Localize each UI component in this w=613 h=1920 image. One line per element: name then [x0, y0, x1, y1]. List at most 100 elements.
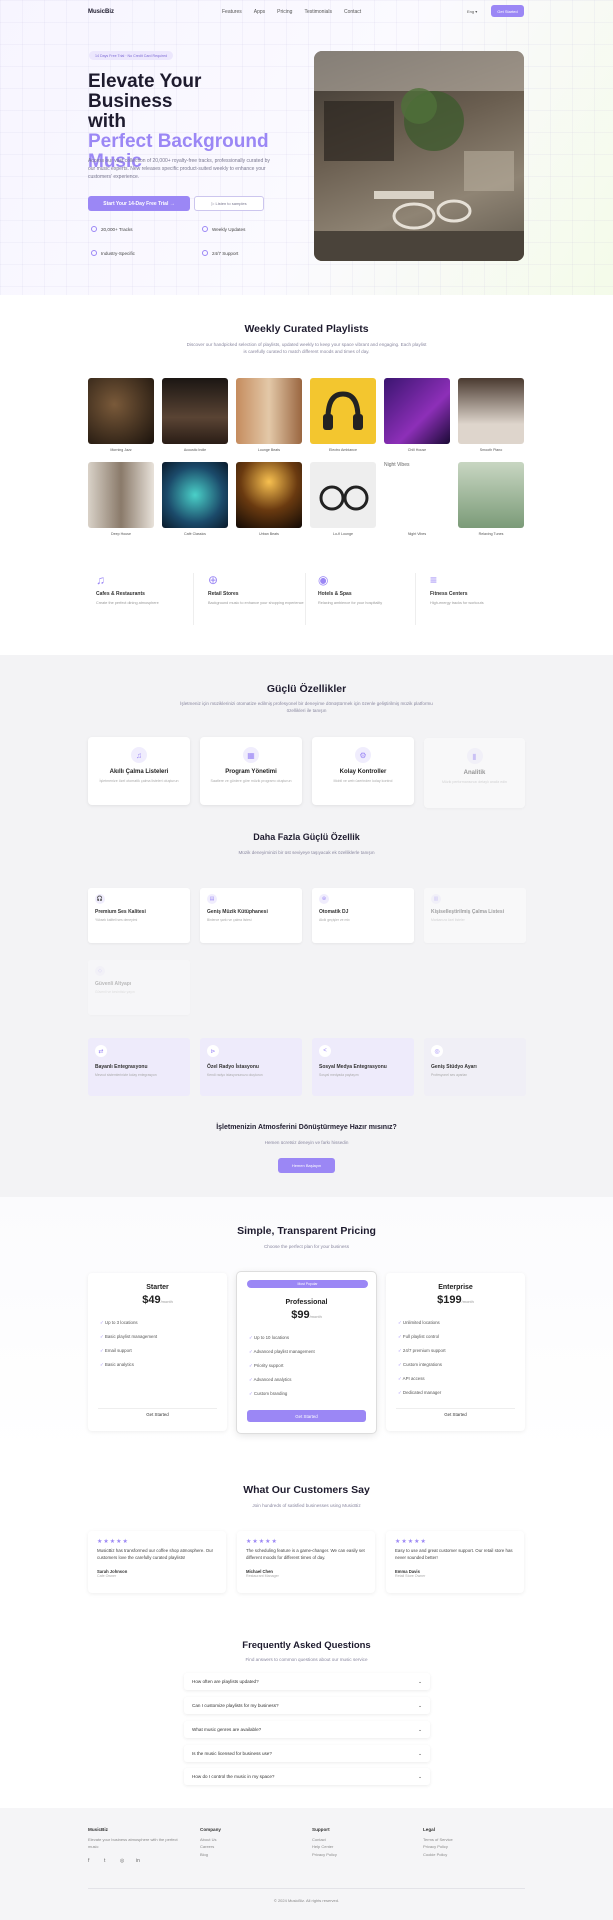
playlist-acoustic-indie[interactable]: [162, 378, 228, 444]
faq-item[interactable]: How do I control the music in my space? ⌄: [184, 1768, 430, 1785]
faq-item[interactable]: Can I customize playlists for my busines…: [184, 1697, 430, 1714]
faq-title: Frequently Asked Questions: [242, 1640, 371, 1651]
hero-title-line1: Elevate Your Business: [88, 71, 202, 112]
faq-item[interactable]: What music genres are available? ⌄: [184, 1721, 430, 1738]
playlist-label: Morning Jazz: [110, 448, 132, 452]
pricing-title: Simple, Transparent Pricing: [237, 1225, 376, 1237]
testimonial-card: ★★★★★ MusicBiz has transformed our coffee…: [88, 1531, 226, 1593]
free-trial-button[interactable]: Start Your 14-Day Free Trial →: [88, 196, 190, 211]
chevron-down-icon: ⌄: [418, 1726, 422, 1732]
check-icon: [202, 226, 208, 232]
store-icon: ⊕: [208, 573, 219, 587]
playlist-label: Lounge Beats: [257, 448, 281, 452]
stars-icon: ★★★★★: [395, 1539, 427, 1545]
hero-description: Access our vast collection of 20,000+ ro…: [88, 158, 270, 180]
faq-item[interactable]: How often are playlists updated? ⌄: [184, 1673, 430, 1690]
playlist-smooth-piano[interactable]: [458, 378, 524, 444]
gear-icon: ⚙: [355, 747, 371, 763]
facebook-icon[interactable]: f: [88, 1858, 94, 1864]
playlist-morning-jazz[interactable]: [88, 378, 154, 444]
nav-link-features[interactable]: Features: [222, 9, 242, 15]
nav-link-apps[interactable]: Apps: [254, 9, 265, 15]
instagram-icon[interactable]: ◎: [120, 1858, 126, 1864]
footer-support: Support Contact Help Center Privacy Policy: [312, 1827, 337, 1857]
playlist-electro-ambiance[interactable]: [310, 378, 376, 444]
headphones-icon: 🎧: [95, 894, 105, 904]
chevron-down-icon: ⌄: [418, 1678, 422, 1684]
playlist-lounge-beats[interactable]: [236, 378, 302, 444]
integration-card-studio: ◎ Geniş Stüdyo Ayarı Profesyonel ses ayarl…: [424, 1038, 526, 1096]
check-icon: [91, 226, 97, 232]
footer-brand: MusicBiz Elevate your business atmospher…: [88, 1827, 178, 1864]
testimonial-card: ★★★★★ The scheduling feature is a game-ch…: [237, 1531, 375, 1593]
playlist-label: Electro Ambiance: [329, 448, 357, 452]
playlist-chill-house[interactable]: [384, 378, 450, 444]
library-icon: ▤: [207, 894, 217, 904]
integration-card-radio: ⊳ Özel Radyo İstasyonu Kendi radyo istasyo…: [200, 1038, 302, 1096]
hero-title-line2: with: [88, 111, 126, 132]
testimonial-card: ★★★★★ Easy to use and great customer supp…: [386, 1531, 524, 1593]
more-features-subtitle: Müzik deneyiminizi bir üst seviyeye taşı…: [238, 850, 375, 855]
starter-get-started-button[interactable]: Get Started: [98, 1408, 217, 1420]
feature-support: 24/7 Support: [202, 250, 238, 256]
playlist-deep-house[interactable]: [88, 462, 154, 528]
integration-card-social: < Sosyal Medya Entegrasyonu Sosyal medyada…: [312, 1038, 414, 1096]
playlist-relaxing-tunes[interactable]: [458, 462, 524, 528]
enterprise-get-started-button[interactable]: Get Started: [396, 1408, 515, 1420]
link-icon: ⇄: [95, 1045, 107, 1057]
testimonials-subtitle: Join hundreds of satisfied businesses us…: [252, 1503, 361, 1508]
studio-icon: ◎: [431, 1045, 443, 1057]
playlist-label: Night Vibes: [407, 532, 427, 536]
playlist-label: Smooth Piano: [479, 448, 503, 452]
plan-starter: Starter $49/month Up to 3 locationsBasic…: [88, 1273, 227, 1431]
check-icon: [91, 250, 97, 256]
nav-link-pricing[interactable]: Pricing: [277, 9, 292, 15]
shield-icon: ◇: [95, 966, 105, 976]
music-note-icon: ♫: [96, 573, 105, 587]
chevron-down-icon: ⌄: [418, 1773, 422, 1779]
playlist-label: Lo-fi Lounge: [333, 532, 353, 536]
night-vibes-alt-text: Night Vibes: [384, 462, 410, 468]
chevron-down-icon: ⌄: [418, 1750, 422, 1756]
features-title: Güçlü Özellikler: [266, 683, 347, 695]
testimonials-title: What Our Customers Say: [243, 1484, 370, 1496]
feature-industry: Industry-Specific: [91, 250, 135, 256]
category-retail: ⊕ Retail Stores Background music to enhanc…: [208, 573, 306, 625]
start-now-button[interactable]: Hemen Başlayın: [278, 1158, 335, 1173]
twitter-icon[interactable]: t: [104, 1858, 110, 1864]
logo[interactable]: MusicBiz: [88, 9, 114, 15]
music-icon: ♫: [131, 747, 147, 763]
more-card-personal: ▥ Kişiselleştirilmiş Çalma Listesi Markanı…: [424, 888, 526, 943]
listen-samples-button[interactable]: ▷ Listen to samples: [194, 196, 264, 211]
playlist-lofi-lounge[interactable]: [310, 462, 376, 528]
linkedin-icon[interactable]: in: [136, 1858, 142, 1864]
copyright: © 2024 MusicBiz. All rights reserved.: [273, 1898, 340, 1903]
stars-icon: ★★★★★: [246, 1539, 278, 1545]
feature-card-analytics: ▮ Analitik Müzik performansınızı detaylı a…: [424, 738, 525, 808]
feature-card-playlists: ♫ Akıllı Çalma Listeleri İşletmenize özel …: [88, 737, 190, 805]
playlist-label: Urban Beats: [259, 532, 279, 536]
plan-professional: Most Popular Professional $99/month Up t…: [237, 1272, 376, 1433]
nav-link-testimonials[interactable]: Testimonials: [304, 9, 332, 15]
chevron-down-icon: ⌄: [418, 1702, 422, 1708]
faq-subtitle: Find answers to common questions about o…: [245, 1657, 368, 1662]
more-features-title: Daha Fazla Güçlü Özellik: [253, 832, 360, 842]
feature-tracks: 20,000+ Tracks: [91, 226, 133, 232]
category-fitness: ≡ Fitness Centers High-energy tracks for w…: [430, 573, 528, 625]
nav-get-started-button[interactable]: Get Started: [491, 5, 524, 17]
playlist-label: Deep House: [111, 532, 131, 536]
pricing-subtitle: Choose the perfect plan for your busines…: [263, 1244, 350, 1249]
faq-item[interactable]: Is the music licensed for business use? ⌄: [184, 1745, 430, 1762]
playlist-cafe-classics[interactable]: [162, 462, 228, 528]
features-subtitle: İşletmeniz için müziklerinizi otomatize …: [180, 701, 433, 713]
playlist-label: Acoustic Indie: [183, 448, 207, 452]
playlist-urban-beats[interactable]: [236, 462, 302, 528]
footer-company: Company About Us Careers Blog: [200, 1827, 221, 1857]
stars-icon: ★★★★★: [97, 1539, 129, 1545]
playlist-icon: ▥: [431, 894, 441, 904]
professional-get-started-button[interactable]: Get Started: [247, 1410, 366, 1422]
more-card-dj: ⊛ Otomatik DJ Akıllı geçişler ve mix: [312, 888, 414, 943]
feature-card-controls: ⚙ Kolay Kontroller Mobil ve web üzerinden …: [312, 737, 414, 805]
language-selector[interactable]: Eng ▾: [467, 9, 477, 14]
nav-link-contact[interactable]: Contact: [344, 9, 361, 15]
